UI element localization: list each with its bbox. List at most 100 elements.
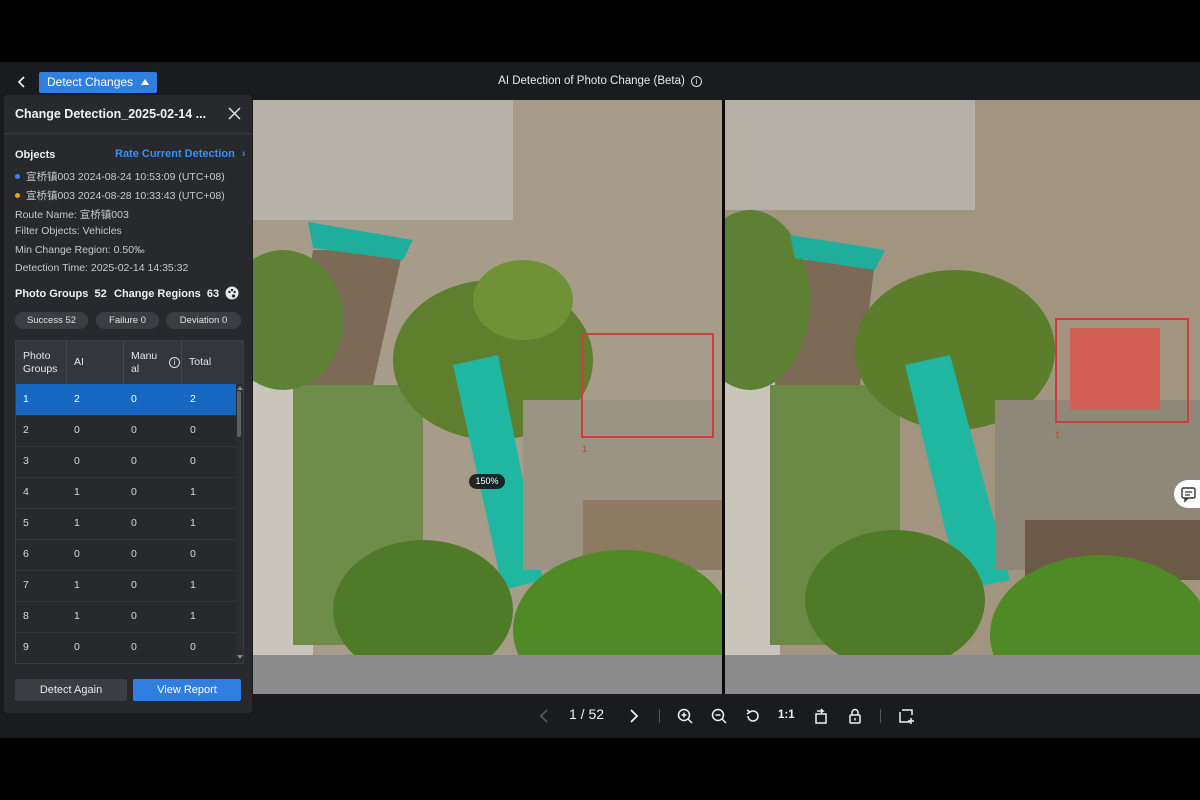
objects-label: Objects <box>15 149 56 161</box>
filter-objects: Filter Objects: Vehicles <box>15 225 122 237</box>
cell-ai: 2 <box>74 393 80 405</box>
app-window: Detect Changes AI Detection of Photo Cha… <box>0 62 1200 738</box>
photo-groups-table: Photo Groups AI Manual i Total 1 2 0 2 2 … <box>15 340 244 664</box>
cell-total: 1 <box>190 517 196 529</box>
cell-total: 1 <box>190 486 196 498</box>
cell-manual: 0 <box>131 393 137 405</box>
col-total-label: Total <box>189 356 212 368</box>
cell-manual: 0 <box>131 455 137 467</box>
cell-total: 1 <box>190 610 196 622</box>
cell-group: 6 <box>23 548 29 560</box>
object-item-2-text: 宣桥镇003 2024-08-28 10:33:43 (UTC+08) <box>26 190 225 202</box>
region-label-before: 1 <box>582 444 588 454</box>
table-row[interactable]: 6 0 0 0 <box>16 539 236 571</box>
col-manual-label: Manual <box>131 349 158 375</box>
toolbar-divider <box>880 709 881 723</box>
actual-size-button[interactable]: 1:1 <box>778 709 795 721</box>
col-ai-label: AI <box>74 356 84 368</box>
cell-group: 7 <box>23 579 29 591</box>
success-pill[interactable]: Success 52 <box>15 312 88 329</box>
table-row[interactable]: 8 1 0 1 <box>16 601 236 633</box>
cell-group: 3 <box>23 455 29 467</box>
next-icon[interactable] <box>625 707 643 725</box>
photo-groups-count: 52 <box>94 288 107 300</box>
info-icon[interactable]: i <box>169 357 180 368</box>
info-icon[interactable]: i <box>690 76 702 87</box>
photo-after[interactable] <box>725 100 1200 694</box>
rotate-icon[interactable] <box>812 707 830 725</box>
cell-total: 0 <box>190 455 196 467</box>
scroll-up-icon[interactable] <box>237 386 243 390</box>
cell-manual: 0 <box>131 641 137 653</box>
col-photo-groups-label: Photo Groups <box>23 349 58 375</box>
col-photo-groups[interactable]: Photo Groups <box>16 341 67 384</box>
table-scrollbar-thumb[interactable] <box>237 391 241 437</box>
cell-group: 9 <box>23 641 29 653</box>
table-row[interactable]: 2 0 0 0 <box>16 415 236 447</box>
cell-ai: 1 <box>74 517 80 529</box>
cell-total: 2 <box>190 393 196 405</box>
aerial-photo-after <box>725 100 1200 694</box>
photo-before[interactable] <box>253 100 725 694</box>
cell-ai: 0 <box>74 424 80 436</box>
photo-groups-label: Photo Groups <box>15 288 89 300</box>
cell-manual: 0 <box>131 548 137 560</box>
col-manual[interactable]: Manual i <box>124 341 182 384</box>
zoom-out-icon[interactable] <box>710 707 728 725</box>
page-title: AI Detection of Photo Change (Beta) i <box>0 75 1200 87</box>
comment-button[interactable] <box>1174 480 1200 508</box>
table-header: Photo Groups AI Manual i Total <box>16 341 243 384</box>
palette-icon[interactable] <box>225 286 239 300</box>
table-row[interactable]: 7 1 0 1 <box>16 570 236 602</box>
object-item-1: 宣桥镇003 2024-08-24 10:53:09 (UTC+08) <box>15 169 225 184</box>
table-row[interactable]: 5 1 0 1 <box>16 508 236 540</box>
chevron-right-icon: › <box>241 148 246 160</box>
cell-manual: 0 <box>131 424 137 436</box>
cell-ai: 0 <box>74 455 80 467</box>
viewer-toolbar: 1 / 52 1:1 <box>0 694 1200 738</box>
panel-title: Change Detection_2025-02-14 ... <box>15 107 207 121</box>
col-total[interactable]: Total <box>182 341 243 384</box>
add-region-icon[interactable] <box>897 707 915 725</box>
reset-rotate-icon[interactable] <box>744 707 762 725</box>
cell-group: 8 <box>23 610 29 622</box>
table-row[interactable]: 4 1 0 1 <box>16 477 236 509</box>
cell-ai: 0 <box>74 641 80 653</box>
deviation-pill[interactable]: Deviation 0 <box>166 312 241 329</box>
photo-groups-summary: Photo Groups 52 <box>15 288 107 300</box>
cell-manual: 0 <box>131 517 137 529</box>
route-name: Route Name: 宣桥镇003 <box>15 209 129 221</box>
cell-ai: 1 <box>74 579 80 591</box>
object-item-1-text: 宣桥镇003 2024-08-24 10:53:09 (UTC+08) <box>26 171 225 183</box>
rate-current-detection-link[interactable]: Rate Current Detection › <box>115 148 246 160</box>
change-regions-label: Change Regions <box>114 288 201 300</box>
close-icon[interactable] <box>228 107 241 120</box>
table-row[interactable]: 3 0 0 0 <box>16 446 236 478</box>
dot-icon <box>15 193 20 198</box>
scroll-down-icon[interactable] <box>237 655 243 659</box>
zoom-in-icon[interactable] <box>676 707 694 725</box>
page-title-text: AI Detection of Photo Change (Beta) <box>498 75 685 87</box>
change-regions-summary: Change Regions 63 <box>114 288 219 300</box>
status-pills: Success 52 Failure 0 Deviation 0 <box>15 312 241 330</box>
aerial-photo-before <box>253 100 725 694</box>
cell-manual: 0 <box>131 610 137 622</box>
object-item-2: 宣桥镇003 2024-08-28 10:33:43 (UTC+08) <box>15 188 225 203</box>
panel-header: Change Detection_2025-02-14 ... <box>4 95 252 134</box>
cell-group: 5 <box>23 517 29 529</box>
dot-icon <box>15 174 20 179</box>
rate-link-text: Rate Current Detection <box>115 148 235 160</box>
cell-total: 0 <box>190 548 196 560</box>
col-ai[interactable]: AI <box>67 341 124 384</box>
lock-icon[interactable] <box>846 707 864 725</box>
detection-panel: Change Detection_2025-02-14 ... Objects … <box>4 95 252 713</box>
prev-icon[interactable] <box>536 707 554 725</box>
cell-ai: 0 <box>74 548 80 560</box>
cell-total: 0 <box>190 424 196 436</box>
comment-icon <box>1181 487 1196 503</box>
table-row[interactable]: 1 2 0 2 <box>16 384 236 416</box>
cell-ai: 1 <box>74 486 80 498</box>
failure-pill[interactable]: Failure 0 <box>96 312 159 329</box>
table-row[interactable]: 9 0 0 0 <box>16 632 236 663</box>
cell-group: 1 <box>23 393 29 405</box>
